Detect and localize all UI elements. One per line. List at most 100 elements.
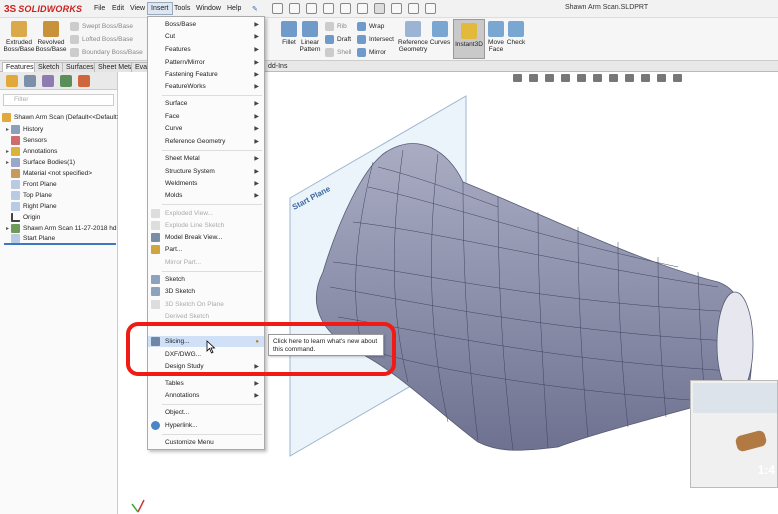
boundary-boss-button[interactable]: Boundary Boss/Base: [70, 48, 143, 57]
undo-icon[interactable]: [357, 3, 368, 14]
menu-surface[interactable]: Surface ▶: [148, 98, 264, 109]
swept-boss-button[interactable]: Swept Boss/Base: [70, 22, 133, 31]
instant3d-inner: Instant3D: [454, 23, 484, 48]
menu-sketch[interactable]: Sketch: [148, 274, 264, 285]
chevron-right-icon: ▶: [254, 193, 259, 199]
tree-item-origin[interactable]: Origin: [4, 212, 40, 223]
select-icon[interactable]: [374, 3, 385, 14]
menu-item-label: Object...: [165, 409, 190, 416]
rebuild-icon[interactable]: [391, 3, 402, 14]
loft-icon: [70, 35, 79, 44]
tree-item-history[interactable]: ▸ History: [4, 124, 43, 135]
menu-tables[interactable]: Tables ▶: [148, 378, 264, 389]
mirror-button[interactable]: Mirror: [357, 48, 386, 57]
chevron-right-icon: ▶: [254, 114, 259, 120]
tree-filter-input[interactable]: Filter: [3, 94, 114, 106]
menu-annotations[interactable]: Annotations ▶: [148, 390, 264, 401]
expand-icon[interactable]: ▸: [4, 148, 11, 155]
menu-molds[interactable]: Molds ▶: [148, 190, 264, 201]
property-manager-tab-icon[interactable]: [24, 75, 36, 87]
fillet-button[interactable]: Fillet: [280, 21, 298, 46]
menu-tools[interactable]: Tools: [172, 4, 192, 13]
new-document-icon[interactable]: [289, 3, 300, 14]
wrap-button[interactable]: Wrap: [357, 22, 384, 31]
lofted-boss-label: Lofted Boss/Base: [82, 36, 133, 43]
menu-file[interactable]: File: [92, 4, 107, 13]
menu-weldments[interactable]: Weldments ▶: [148, 178, 264, 189]
arm-scan-mesh[interactable]: [316, 143, 753, 451]
menu-boss-base[interactable]: Boss/Base ▶: [148, 19, 264, 30]
menu-cut[interactable]: Cut ▶: [148, 31, 264, 42]
menu-hyperlink[interactable]: Hyperlink...: [148, 420, 264, 431]
tree-item-material[interactable]: Material <not specified>: [4, 168, 92, 179]
menu-insert[interactable]: Insert: [147, 2, 173, 15]
draft-button[interactable]: Draft: [325, 35, 351, 44]
tree-item-right-plane[interactable]: Right Plane: [4, 201, 57, 212]
menu-pattern-mirror[interactable]: Pattern/Mirror ▶: [148, 57, 264, 68]
menu-help[interactable]: Help: [225, 4, 243, 13]
tab-addins[interactable]: dd-Ins: [265, 62, 290, 72]
solidworks-logo[interactable]: 3S SOLIDWORKS: [4, 3, 82, 15]
menu-featureworks[interactable]: FeatureWorks ▶: [148, 81, 264, 92]
video-thumbnail[interactable]: 1:4: [690, 380, 778, 488]
menu-window[interactable]: Window: [194, 4, 223, 13]
tab-features[interactable]: Features: [2, 62, 38, 72]
intersect-button[interactable]: Intersect: [357, 35, 394, 44]
revolved-boss-button[interactable]: Revolved Boss/Base: [35, 21, 67, 53]
expand-icon[interactable]: ▸: [4, 159, 11, 166]
feature-tree-tab-icon[interactable]: [6, 75, 18, 87]
check-button[interactable]: Check: [507, 21, 525, 46]
rib-button[interactable]: Rib: [325, 22, 347, 31]
menu-item-label: Tables: [165, 380, 184, 387]
menu-sheet-metal[interactable]: Sheet Metal ▶: [148, 153, 264, 164]
menu-mirror-part: Mirror Part...: [148, 257, 264, 268]
tree-item-label: Origin: [23, 214, 41, 221]
menu-curve[interactable]: Curve ▶: [148, 123, 264, 134]
curves-button[interactable]: Curves: [430, 21, 450, 46]
expand-icon[interactable]: ▸: [4, 225, 11, 232]
menu-object[interactable]: Object...: [148, 407, 264, 418]
lofted-boss-button[interactable]: Lofted Boss/Base: [70, 35, 133, 44]
menu-fastening-feature[interactable]: Fastening Feature ▶: [148, 69, 264, 80]
part-icon: [151, 245, 160, 254]
dimxpert-tab-icon[interactable]: [60, 75, 72, 87]
menu-edit[interactable]: Edit: [110, 4, 126, 13]
menu-view[interactable]: View: [128, 4, 147, 13]
tab-surfaces[interactable]: Surfaces: [62, 62, 98, 72]
menu-3d-sketch[interactable]: 3D Sketch: [148, 286, 264, 297]
linear-pattern-button[interactable]: Linear Pattern: [299, 21, 321, 53]
pin-icon[interactable]: ✎: [250, 4, 260, 14]
menu-part[interactable]: Part...: [148, 244, 264, 255]
sweep-icon: [70, 22, 79, 31]
save-icon[interactable]: [323, 3, 334, 14]
file-properties-icon[interactable]: [408, 3, 419, 14]
menu-model-break-view[interactable]: Model Break View...: [148, 232, 264, 243]
menu-customize-menu[interactable]: Customize Menu: [148, 437, 264, 448]
instant3d-button[interactable]: Instant3D: [453, 19, 485, 59]
title-bar: 3S SOLIDWORKS File Edit View Insert Tool…: [0, 0, 778, 18]
shell-button[interactable]: Shell: [325, 48, 351, 57]
expand-icon[interactable]: ▸: [4, 126, 11, 133]
tree-root[interactable]: Shawn Arm Scan (Default<<Default>: [2, 112, 120, 123]
tree-item-top-plane[interactable]: Top Plane: [4, 190, 52, 201]
reference-geometry-button[interactable]: Reference Geometry: [398, 21, 428, 53]
menu-structure-system[interactable]: Structure System ▶: [148, 166, 264, 177]
menu-face[interactable]: Face ▶: [148, 111, 264, 122]
tree-item-surface-bodies[interactable]: ▸ Surface Bodies(1): [4, 157, 75, 168]
options-icon[interactable]: [425, 3, 436, 14]
tree-item-annotations[interactable]: ▸ Annotations: [4, 146, 57, 157]
tree-item-start-plane[interactable]: Start Plane: [4, 234, 116, 245]
home-icon[interactable]: [272, 3, 283, 14]
print-icon[interactable]: [340, 3, 351, 14]
menu-features[interactable]: Features ▶: [148, 44, 264, 55]
open-icon[interactable]: [306, 3, 317, 14]
display-manager-tab-icon[interactable]: [78, 75, 90, 87]
menu-reference-geometry[interactable]: Reference Geometry ▶: [148, 136, 264, 147]
move-face-button[interactable]: Move Face: [487, 21, 505, 53]
tree-item-scan-feature[interactable]: ▸ Shawn Arm Scan 11-27-2018 hd tr: [4, 223, 122, 234]
configuration-tab-icon[interactable]: [42, 75, 54, 87]
tree-item-front-plane[interactable]: Front Plane: [4, 179, 57, 190]
extruded-boss-button[interactable]: Extruded Boss/Base: [3, 21, 35, 53]
tab-sketch[interactable]: Sketch: [34, 62, 64, 72]
tree-item-sensors[interactable]: Sensors: [4, 135, 47, 146]
